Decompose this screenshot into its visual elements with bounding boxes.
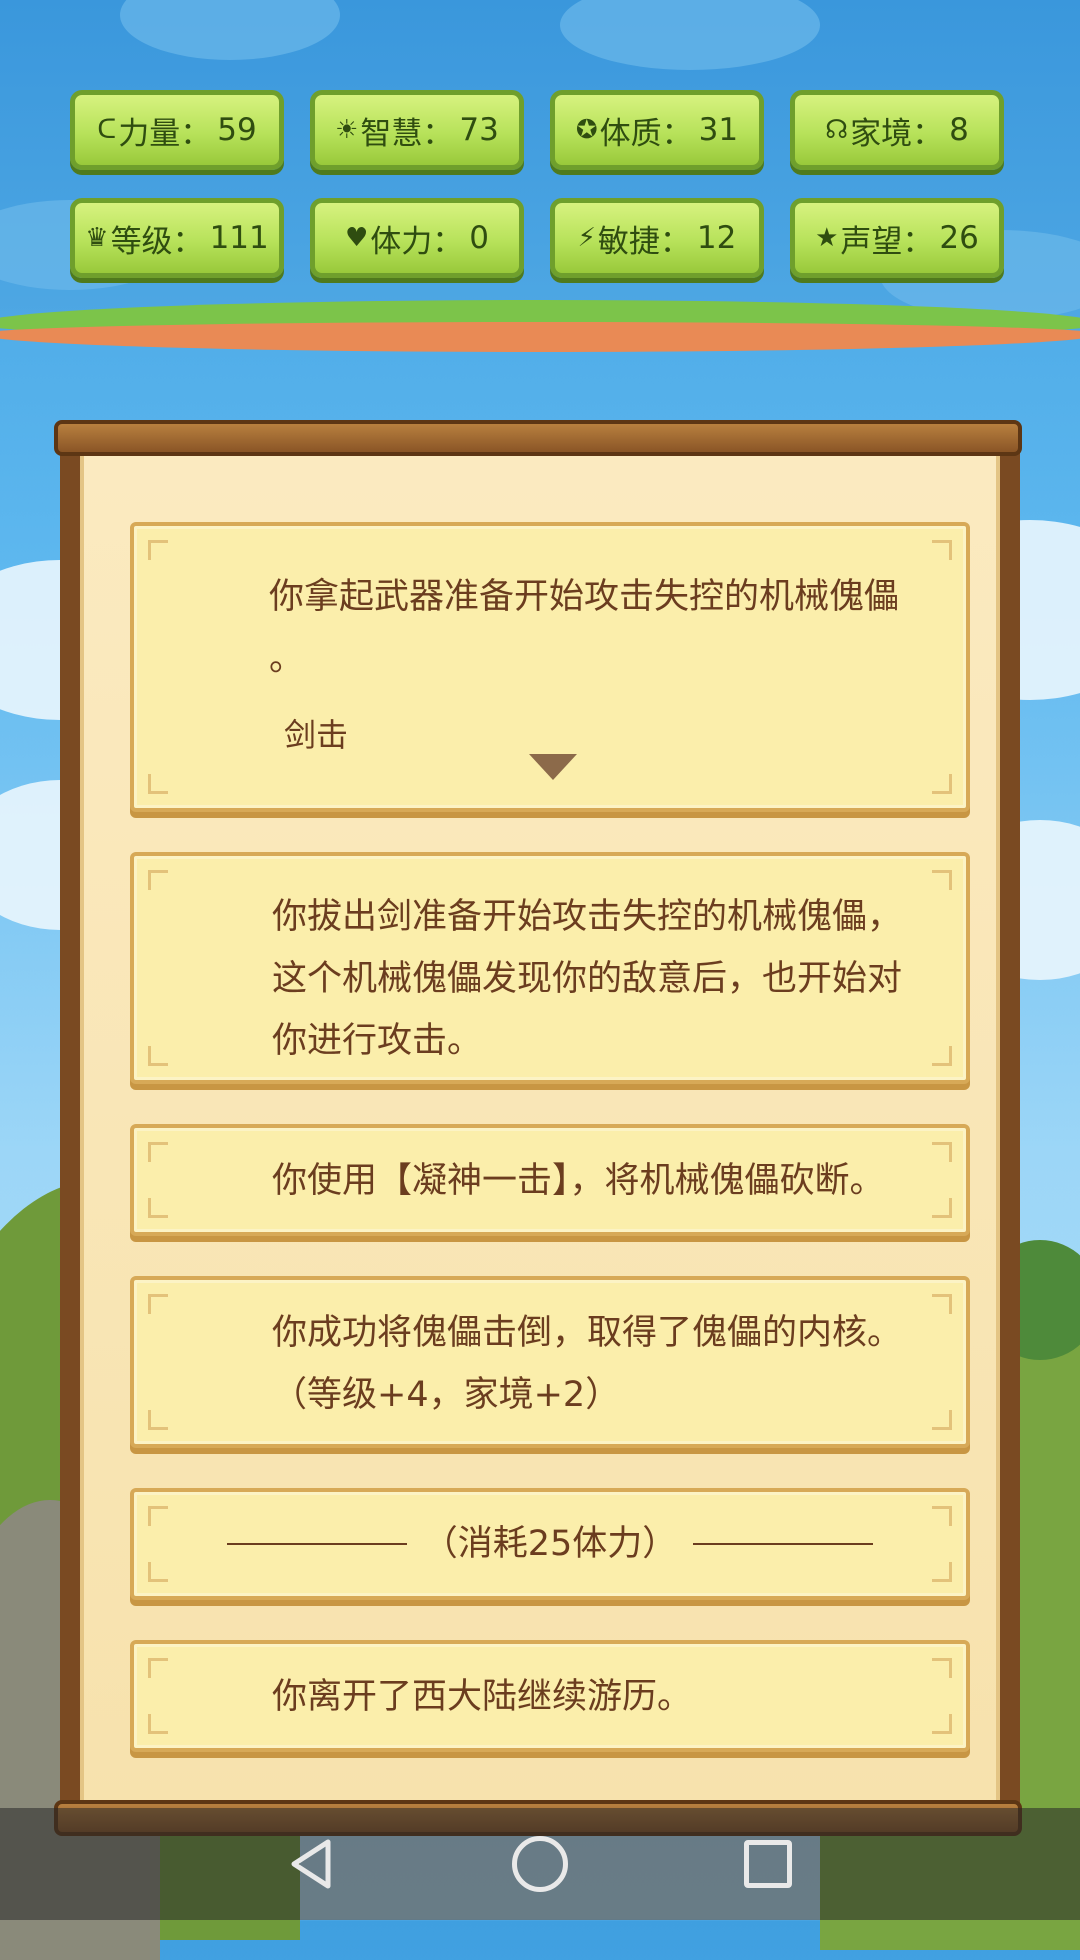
- event-text: 你拔出剑准备开始攻击失控的机械傀儡，: [272, 897, 903, 937]
- stat-level: ♛ 等级： 111: [70, 198, 284, 278]
- stat-value: 0: [469, 220, 490, 256]
- stat-value: 59: [217, 112, 257, 148]
- event-text: 你使用【凝神一击】，将机械傀儡砍断。: [272, 1161, 885, 1201]
- lightning-icon: ⚡: [577, 223, 596, 253]
- event-card: 你拔出剑准备开始攻击失控的机械傀儡， 这个机械傀儡发现你的敌意后，也开始对 你进…: [130, 852, 970, 1084]
- stamina-cost-card: （消耗25体力）: [130, 1488, 970, 1600]
- corner-ornament: [932, 774, 952, 794]
- event-card: 你成功将傀儡击倒，取得了傀儡的内核。 （等级+4，家境+2）: [130, 1276, 970, 1448]
- corner-ornament: [148, 1506, 168, 1526]
- home-icon[interactable]: [512, 1836, 568, 1892]
- corner-ornament: [148, 1142, 168, 1162]
- system-nav-bar: [0, 1808, 1080, 1920]
- corner-ornament: [148, 1562, 168, 1582]
- stat-reputation: ★ 声望： 26: [790, 198, 1004, 278]
- stamina-cost-text: （消耗25体力）: [422, 1524, 678, 1564]
- corner-ornament: [148, 1410, 168, 1430]
- stat-stamina: ♥ 体力： 0: [310, 198, 524, 278]
- star-icon: ★: [815, 223, 839, 253]
- event-card: 你离开了西大陆继续游历。: [130, 1640, 970, 1752]
- back-icon[interactable]: [284, 1836, 340, 1892]
- stat-label: 家境：: [850, 115, 944, 152]
- recent-apps-icon[interactable]: [744, 1840, 792, 1888]
- family-icon: ☊: [825, 115, 849, 145]
- crown-icon: ♛: [85, 223, 109, 253]
- stat-label: 体质：: [599, 115, 693, 152]
- corner-ornament: [932, 1562, 952, 1582]
- corner-ornament: [148, 1658, 168, 1678]
- corner-ornament: [148, 1714, 168, 1734]
- stat-constitution: ✪ 体质： 31: [550, 90, 764, 170]
- stat-label: 力量：: [118, 115, 212, 152]
- event-text: 你拿起武器准备开始攻击失控的机械傀儡: [269, 577, 900, 617]
- event-card: 你拿起武器准备开始攻击失控的机械傀儡 。 剑击: [130, 522, 970, 812]
- stat-label: 等级：: [110, 223, 204, 260]
- event-text: （等级+4，家境+2）: [272, 1375, 621, 1415]
- stat-agility: ⚡ 敏捷： 12: [550, 198, 764, 278]
- corner-ornament: [148, 1198, 168, 1218]
- corner-ornament: [148, 540, 168, 560]
- strength-icon: ᑕ: [97, 115, 117, 145]
- event-text: 你离开了西大陆继续游历。: [272, 1677, 693, 1717]
- header-wave-orange: [0, 322, 1080, 352]
- stat-value: 111: [209, 220, 269, 256]
- corner-ornament: [932, 1506, 952, 1526]
- choice-option[interactable]: 剑击: [284, 704, 348, 766]
- event-text: 你成功将傀儡击倒，取得了傀儡的内核。: [272, 1313, 903, 1353]
- corner-ornament: [148, 870, 168, 890]
- stat-value: 73: [459, 112, 499, 148]
- heart-icon: ♥: [344, 223, 369, 253]
- stat-label: 声望：: [840, 223, 934, 260]
- stat-value: 26: [939, 220, 979, 256]
- constitution-icon: ✪: [575, 115, 598, 145]
- corner-ornament: [148, 774, 168, 794]
- scroll-top-rod: [54, 420, 1022, 456]
- event-text: 你进行攻击。: [272, 1021, 483, 1061]
- event-text: 。: [269, 639, 305, 679]
- divider-line: [226, 1543, 407, 1545]
- wisdom-icon: ☀: [335, 115, 359, 145]
- corner-ornament: [932, 540, 952, 560]
- event-card: 你使用【凝神一击】，将机械傀儡砍断。: [130, 1124, 970, 1236]
- stat-label: 体力：: [370, 223, 464, 260]
- stat-wisdom: ☀ 智慧： 73: [310, 90, 524, 170]
- stat-value: 12: [696, 220, 737, 256]
- corner-ornament: [148, 1046, 168, 1066]
- stat-label: 敏捷：: [597, 223, 691, 260]
- stat-value: 8: [949, 112, 969, 148]
- stat-label: 智慧：: [360, 115, 454, 152]
- event-text: 这个机械傀儡发现你的敌意后，也开始对: [272, 959, 903, 999]
- stat-value: 31: [698, 112, 739, 148]
- corner-ornament: [148, 1294, 168, 1314]
- divider-line: [693, 1543, 874, 1545]
- expand-arrow-icon[interactable]: [529, 754, 577, 780]
- stat-strength: ᑕ 力量： 59: [70, 90, 284, 170]
- stat-family: ☊ 家境： 8: [790, 90, 1004, 170]
